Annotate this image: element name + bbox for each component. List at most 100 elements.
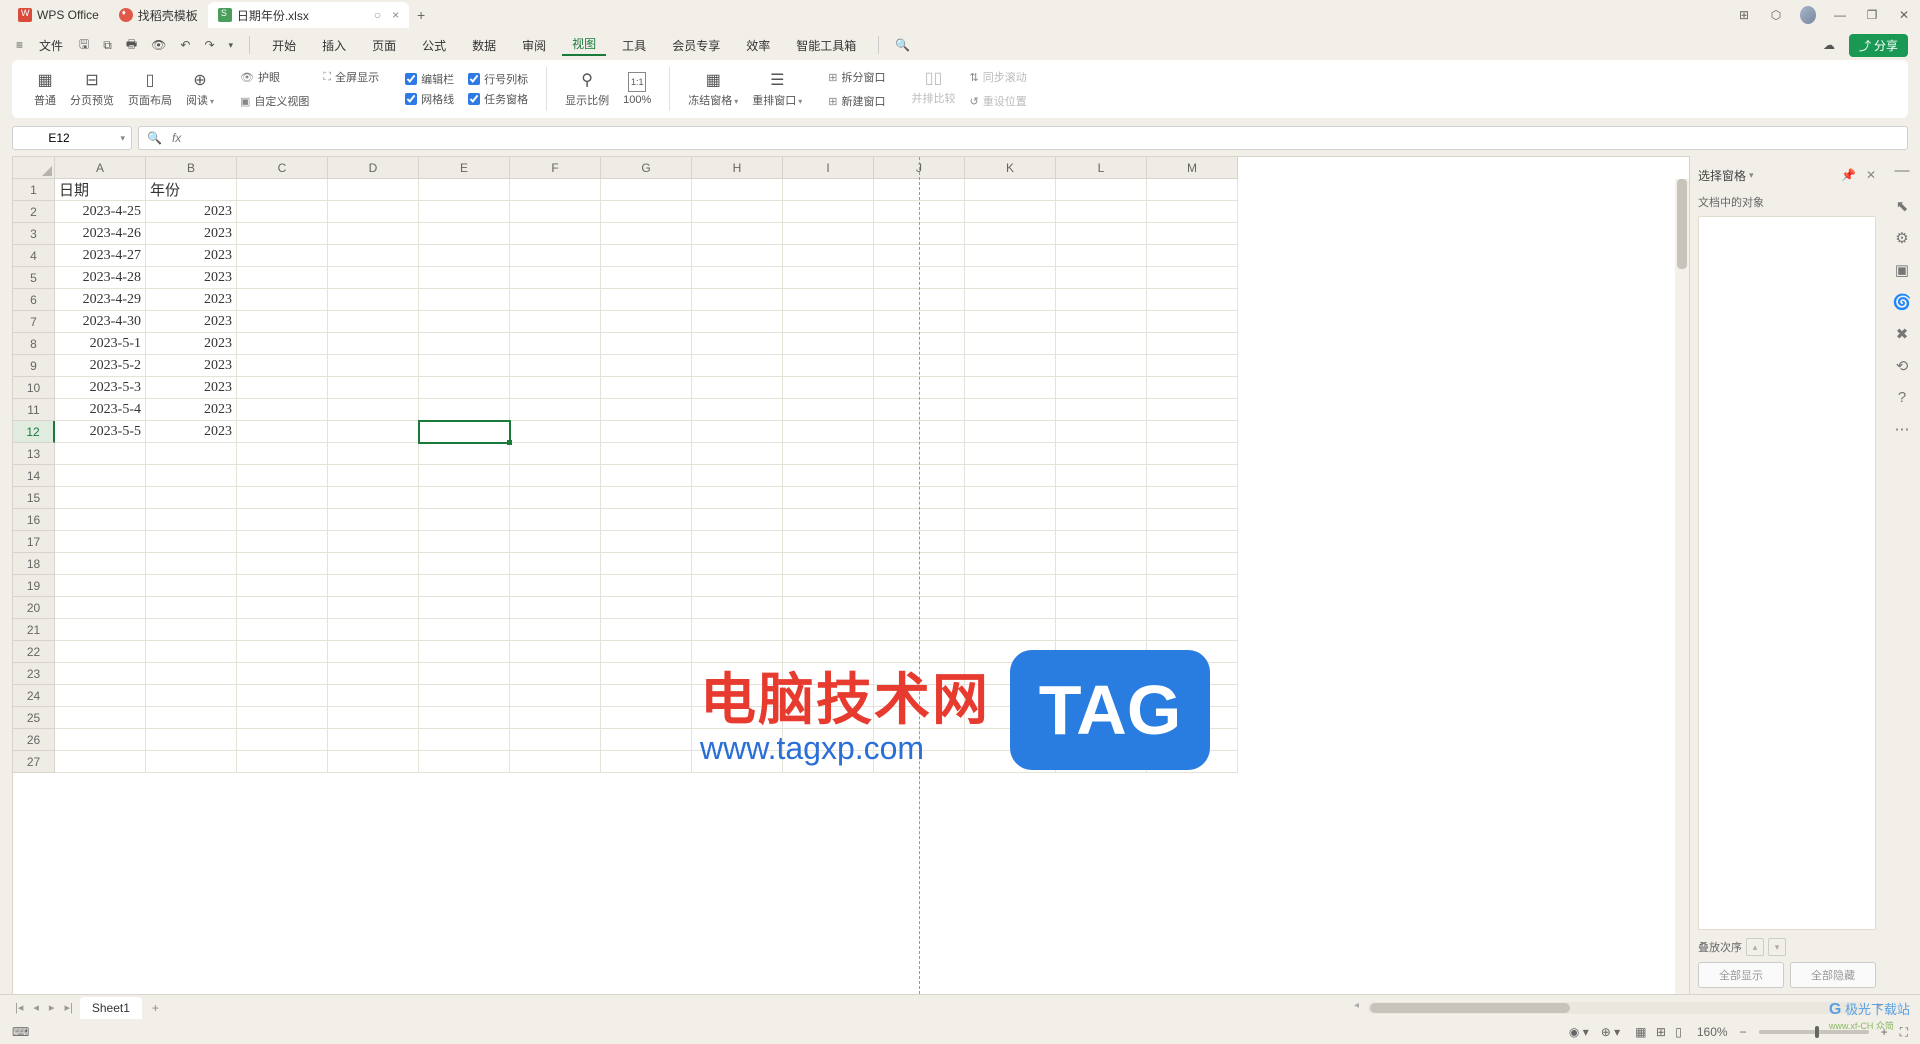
cell[interactable] — [1147, 751, 1238, 773]
cell[interactable] — [419, 245, 510, 267]
cell[interactable]: 2023 — [146, 311, 237, 333]
column-header[interactable]: B — [146, 157, 237, 179]
cell[interactable] — [510, 333, 601, 355]
cell[interactable] — [237, 289, 328, 311]
cell[interactable] — [692, 619, 783, 641]
cell[interactable] — [328, 751, 419, 773]
cell[interactable]: 2023 — [146, 355, 237, 377]
cell[interactable] — [419, 663, 510, 685]
menu-insert[interactable]: 插入 — [312, 37, 356, 54]
cell[interactable] — [419, 619, 510, 641]
cell[interactable] — [510, 465, 601, 487]
zoom-slider[interactable] — [1759, 1030, 1869, 1034]
menu-formula[interactable]: 公式 — [412, 37, 456, 54]
share-button[interactable]: ⤴ 分享 — [1849, 34, 1908, 57]
cell[interactable] — [510, 685, 601, 707]
cell[interactable] — [510, 707, 601, 729]
cell[interactable] — [510, 509, 601, 531]
cell[interactable] — [328, 201, 419, 223]
cell[interactable] — [965, 223, 1056, 245]
menu-member[interactable]: 会员专享 — [662, 37, 730, 54]
close-icon[interactable]: ✕ — [1866, 168, 1876, 182]
cell[interactable] — [1147, 553, 1238, 575]
cell[interactable] — [146, 553, 237, 575]
sheet-add[interactable]: + — [146, 1001, 165, 1015]
cell[interactable] — [601, 443, 692, 465]
cell[interactable] — [1147, 575, 1238, 597]
menu-efficiency[interactable]: 效率 — [736, 37, 780, 54]
cell[interactable] — [601, 619, 692, 641]
cell[interactable] — [237, 641, 328, 663]
cell[interactable] — [237, 729, 328, 751]
cell[interactable] — [328, 179, 419, 201]
cell[interactable] — [783, 707, 874, 729]
menu-data[interactable]: 数据 — [462, 37, 506, 54]
cell[interactable] — [965, 707, 1056, 729]
cell[interactable] — [510, 311, 601, 333]
horizontal-scrollbar[interactable] — [1368, 1002, 1868, 1014]
cell[interactable] — [328, 377, 419, 399]
cell[interactable] — [237, 223, 328, 245]
column-header[interactable]: F — [510, 157, 601, 179]
cell[interactable] — [328, 641, 419, 663]
cell[interactable] — [1147, 421, 1238, 443]
cell[interactable] — [1147, 267, 1238, 289]
show-all-button[interactable]: 全部显示 — [1698, 962, 1784, 988]
row-header[interactable]: 12 — [13, 421, 55, 443]
cell[interactable] — [55, 685, 146, 707]
cell[interactable] — [55, 663, 146, 685]
cell[interactable] — [965, 465, 1056, 487]
cell[interactable] — [692, 531, 783, 553]
sheet-nav-next[interactable]: ▸ — [46, 1001, 58, 1014]
cell[interactable]: 2023 — [146, 333, 237, 355]
cell[interactable] — [601, 663, 692, 685]
row-header[interactable]: 3 — [13, 223, 55, 245]
cell[interactable] — [237, 487, 328, 509]
cell[interactable] — [237, 399, 328, 421]
cell[interactable] — [965, 311, 1056, 333]
save-icon[interactable]: 🖫 — [75, 35, 93, 56]
expand-icon[interactable]: ⛶ — [1900, 1025, 1908, 1040]
cell[interactable] — [1147, 179, 1238, 201]
cell[interactable] — [965, 575, 1056, 597]
cell[interactable] — [965, 531, 1056, 553]
cell[interactable] — [601, 421, 692, 443]
cell[interactable] — [328, 553, 419, 575]
cell[interactable]: 年份 — [146, 179, 237, 201]
close-button[interactable]: ✕ — [1896, 8, 1912, 22]
cell[interactable] — [692, 399, 783, 421]
eye-protect[interactable]: 👁护眼 — [240, 67, 309, 87]
cell[interactable] — [510, 619, 601, 641]
more-icon[interactable]: ⋯ — [1895, 420, 1910, 438]
cell[interactable] — [510, 179, 601, 201]
cell[interactable] — [328, 399, 419, 421]
cell[interactable] — [783, 685, 874, 707]
cell[interactable]: 2023 — [146, 377, 237, 399]
cell[interactable] — [146, 531, 237, 553]
cell[interactable] — [510, 223, 601, 245]
cell[interactable] — [419, 443, 510, 465]
cell[interactable] — [601, 487, 692, 509]
cell[interactable] — [328, 245, 419, 267]
chevron-down-icon[interactable]: ▾ — [120, 133, 125, 144]
cell[interactable] — [965, 685, 1056, 707]
search-icon[interactable]: 🔍 — [891, 38, 914, 52]
tools-icon[interactable]: ✖ — [1896, 325, 1909, 343]
cell[interactable] — [601, 333, 692, 355]
cell[interactable] — [692, 729, 783, 751]
freeze-panes[interactable]: ▦冻结窗格 — [682, 65, 744, 113]
cell[interactable] — [419, 553, 510, 575]
cell[interactable] — [328, 355, 419, 377]
cell[interactable] — [328, 685, 419, 707]
cell[interactable]: 2023 — [146, 399, 237, 421]
cell[interactable] — [419, 465, 510, 487]
row-header[interactable]: 23 — [13, 663, 55, 685]
side-by-side[interactable]: ▯▯并排比较 — [906, 63, 962, 111]
custom-view[interactable]: ▣自定义视图 — [240, 91, 309, 111]
cell[interactable] — [601, 575, 692, 597]
arrange-windows[interactable]: ☰重排窗口 — [746, 65, 808, 113]
file-menu[interactable]: 文件 — [33, 37, 69, 54]
sheet-tab[interactable]: Sheet1 — [80, 997, 142, 1019]
cell[interactable] — [146, 619, 237, 641]
cell[interactable] — [692, 223, 783, 245]
